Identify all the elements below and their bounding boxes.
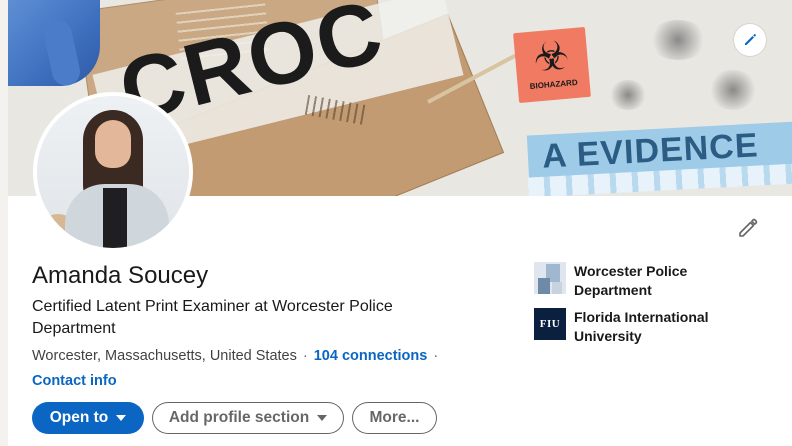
banner-smudge [648, 20, 708, 60]
education-item-fiu[interactable]: FIU Florida International University [534, 308, 734, 346]
banner-smudge [708, 70, 758, 110]
edit-cover-button[interactable] [734, 24, 766, 56]
more-label: More... [369, 409, 420, 426]
profile-card: CROC ☣ BIOHAZARD A EVIDENCE Amanda Souce… [8, 0, 792, 446]
add-profile-section-button[interactable]: Add profile section [152, 402, 344, 434]
contact-info-link[interactable]: Contact info [32, 373, 117, 389]
open-to-label: Open to [49, 409, 109, 426]
avatar-face [95, 120, 131, 168]
banner-smudge [608, 80, 648, 110]
education-org-name: Florida International University [574, 309, 709, 344]
profile-avatar[interactable] [33, 92, 193, 252]
caret-down-icon [317, 415, 328, 421]
worcester-police-logo [534, 262, 566, 294]
open-to-button[interactable]: Open to [32, 402, 144, 434]
separator-dot: · [302, 348, 308, 364]
experience-item-worcester-police[interactable]: Worcester Police Department [534, 262, 734, 300]
add-profile-section-label: Add profile section [168, 409, 310, 426]
experience-org-name: Worcester Police Department [574, 263, 688, 298]
separator-dot: · [433, 348, 439, 364]
fiu-logo: FIU [534, 308, 566, 340]
biohazard-icon: ☣ [531, 33, 572, 81]
caret-down-icon [116, 415, 127, 421]
edit-intro-button[interactable] [728, 212, 768, 244]
pencil-icon [739, 218, 758, 237]
profile-location-line: Worcester, Massachusetts, United States ·… [32, 348, 444, 364]
profile-location: Worcester, Massachusetts, United States [32, 348, 297, 364]
connections-link[interactable]: 104 connections [314, 348, 428, 364]
more-button[interactable]: More... [352, 402, 437, 434]
biohazard-label: ☣ BIOHAZARD [513, 26, 591, 104]
profile-headline: Certified Latent Print Examiner at Worce… [32, 298, 393, 337]
profile-name: Amanda Soucey [32, 262, 209, 289]
avatar-shirt [103, 188, 127, 248]
pencil-icon [745, 34, 756, 45]
